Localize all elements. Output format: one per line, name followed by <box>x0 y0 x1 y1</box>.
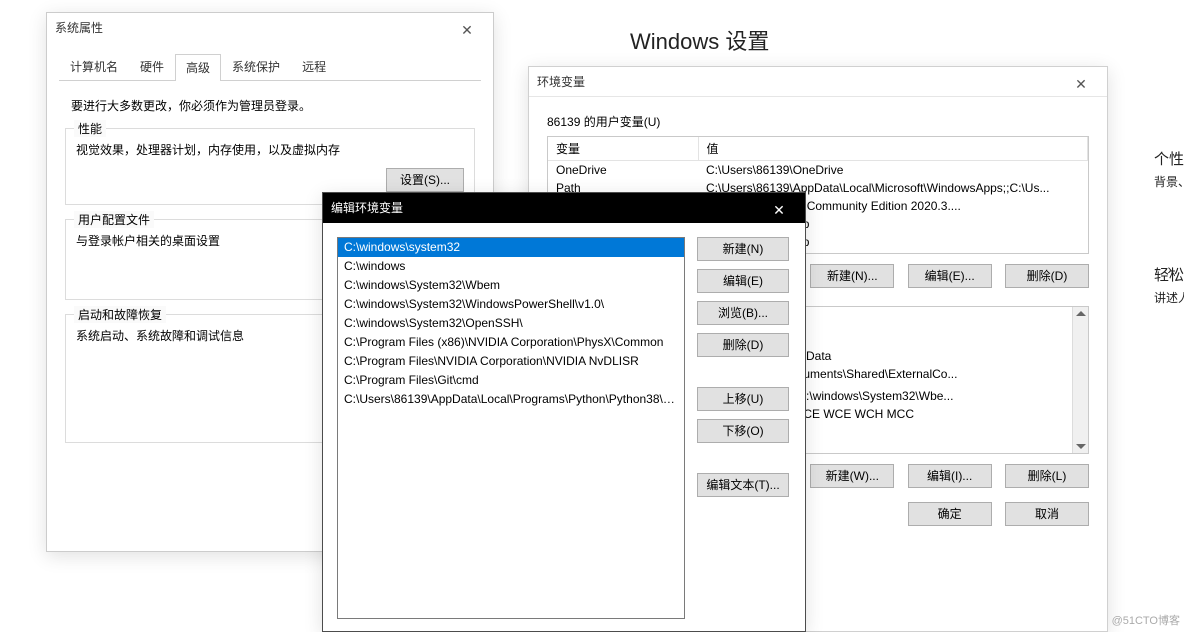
window-title: 环境变量 <box>537 67 585 97</box>
close-icon[interactable]: ✕ <box>1063 69 1099 95</box>
titlebar[interactable]: 系统属性 ✕ <box>47 13 493 43</box>
edit-text-button[interactable]: 编辑文本(T)... <box>697 473 789 497</box>
performance-settings-button[interactable]: 设置(S)... <box>386 168 464 192</box>
list-item[interactable]: C:\Program Files\NVIDIA Corporation\NVID… <box>338 352 684 371</box>
col-value[interactable]: 值 <box>698 137 1088 161</box>
tab[interactable]: 远程 <box>291 53 337 80</box>
user-vars-section-title: 86139 的用户变量(U) <box>547 113 1089 130</box>
category-ease-of-access-sub: 讲述人、放 <box>1154 289 1184 306</box>
scrollbar-vertical[interactable] <box>1072 307 1088 453</box>
list-item[interactable]: C:\windows\System32\OpenSSH\ <box>338 314 684 333</box>
settings-categories: 个性化 背景、锁屏 轻松使用 讲述人、放 <box>1154 148 1184 312</box>
user-delete-button[interactable]: 删除(D) <box>1005 264 1089 288</box>
list-item[interactable]: C:\Users\86139\AppData\Local\Programs\Py… <box>338 390 684 409</box>
list-item[interactable]: C:\windows\system32 <box>338 238 684 257</box>
chevron-right-icon: › <box>1167 261 1172 277</box>
user-new-button[interactable]: 新建(N)... <box>810 264 894 288</box>
titlebar[interactable]: 环境变量 ✕ <box>529 67 1107 97</box>
performance-group-title: 性能 <box>74 120 106 137</box>
cancel-button[interactable]: 取消 <box>1005 502 1089 526</box>
ok-button[interactable]: 确定 <box>908 502 992 526</box>
tab[interactable]: 硬件 <box>129 53 175 80</box>
new-button[interactable]: 新建(N) <box>697 237 789 261</box>
close-icon[interactable]: ✕ <box>449 15 485 41</box>
path-listbox[interactable]: C:\windows\system32C:\windowsC:\windows\… <box>337 237 685 619</box>
list-item[interactable]: C:\windows <box>338 257 684 276</box>
delete-button[interactable]: 删除(D) <box>697 333 789 357</box>
list-item[interactable]: C:\windows\System32\WindowsPowerShell\v1… <box>338 295 684 314</box>
titlebar[interactable]: 编辑环境变量 ✕ <box>323 193 805 223</box>
user-profiles-group-title: 用户配置文件 <box>74 211 154 228</box>
settings-page-title: Windows 设置 <box>630 24 769 56</box>
category-personalization[interactable]: 个性化 <box>1154 148 1184 169</box>
list-item[interactable]: C:\Program Files\Git\cmd <box>338 371 684 390</box>
system-edit-button[interactable]: 编辑(I)... <box>908 464 992 488</box>
window-title: 系统属性 <box>55 13 103 43</box>
browse-button[interactable]: 浏览(B)... <box>697 301 789 325</box>
move-up-button[interactable]: 上移(U) <box>697 387 789 411</box>
col-variable[interactable]: 变量 <box>548 137 698 161</box>
system-new-button[interactable]: 新建(W)... <box>810 464 894 488</box>
system-delete-button[interactable]: 删除(L) <box>1005 464 1089 488</box>
category-personalization-sub: 背景、锁屏 <box>1154 173 1184 190</box>
close-icon[interactable]: ✕ <box>761 195 797 221</box>
startup-recovery-group-title: 启动和故障恢复 <box>74 306 166 323</box>
performance-desc: 视觉效果，处理器计划，内存使用，以及虚拟内存 <box>76 141 464 158</box>
tab[interactable]: 高级 <box>175 54 221 81</box>
window-title: 编辑环境变量 <box>331 193 403 223</box>
move-down-button[interactable]: 下移(O) <box>697 419 789 443</box>
table-row[interactable]: OneDriveC:\Users\86139\OneDrive <box>548 161 1088 180</box>
edit-environment-variable-dialog: 编辑环境变量 ✕ C:\windows\system32C:\windowsC:… <box>322 192 806 632</box>
tabs: 计算机名硬件高级系统保护远程 <box>59 53 481 81</box>
edit-button[interactable]: 编辑(E) <box>697 269 789 293</box>
list-item[interactable]: C:\windows\System32\Wbem <box>338 276 684 295</box>
list-item[interactable]: C:\Program Files (x86)\NVIDIA Corporatio… <box>338 333 684 352</box>
user-edit-button[interactable]: 编辑(E)... <box>908 264 992 288</box>
admin-notice: 要进行大多数更改，你必须作为管理员登录。 <box>71 97 475 114</box>
tab[interactable]: 系统保护 <box>221 53 291 80</box>
path-buttons: 新建(N) 编辑(E) 浏览(B)... 删除(D) 上移(U) 下移(O) 编… <box>697 237 793 619</box>
watermark: @51CTO博客 <box>1112 612 1180 628</box>
tab[interactable]: 计算机名 <box>59 53 129 80</box>
